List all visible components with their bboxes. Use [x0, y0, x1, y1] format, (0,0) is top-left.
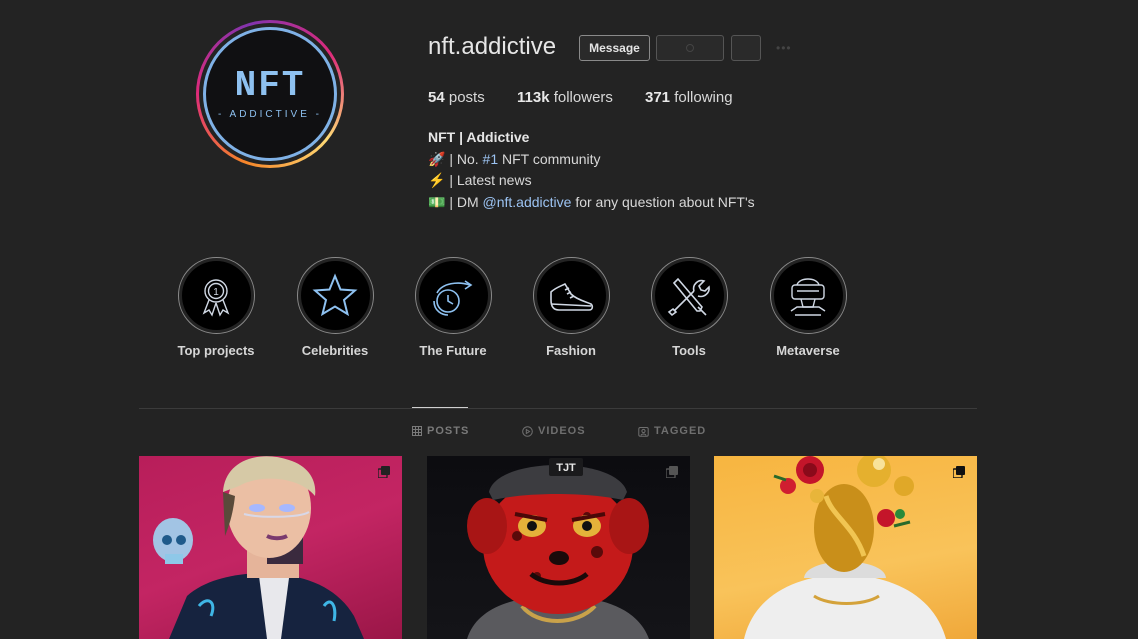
- bio-text: | DM: [445, 193, 483, 210]
- profile-username: nft.addictive: [428, 33, 557, 60]
- bio-text: | No.: [445, 150, 483, 167]
- play-icon: [522, 425, 533, 437]
- multiple-posts-icon: [378, 466, 390, 478]
- highlight-label: Top projects: [177, 343, 255, 358]
- post-golden-head-roses[interactable]: [714, 456, 977, 639]
- person-icon: [686, 44, 694, 52]
- multiple-posts-icon: [953, 466, 965, 478]
- award-ribbon-icon: 1: [202, 278, 230, 317]
- tabs-divider: [139, 408, 977, 409]
- star-icon: [312, 272, 358, 316]
- following-stat[interactable]: 371 following: [645, 89, 733, 106]
- bio-name: NFT | Addictive: [428, 129, 530, 145]
- tab-label: TAGGED: [654, 425, 707, 437]
- bio-line-2: ⚡ | Latest news: [428, 170, 755, 192]
- profile-avatar[interactable]: NFT - ADDICTIVE -: [196, 20, 344, 168]
- more-options-icon[interactable]: •••: [776, 41, 792, 55]
- following-count: 371: [645, 89, 671, 106]
- posts-stat: 54 posts: [428, 89, 485, 106]
- highlight-tools[interactable]: Tools: [629, 257, 749, 358]
- post-image: TJT: [467, 458, 649, 639]
- cap-text: TJT: [556, 462, 576, 474]
- highlight-label: Tools: [672, 343, 706, 358]
- following-label: following: [674, 89, 733, 106]
- highlight-fashion[interactable]: Fashion: [511, 257, 631, 358]
- highlight-label: Celebrities: [301, 343, 369, 358]
- tab-label: VIDEOS: [538, 425, 586, 437]
- avatar-logo-subtext: - ADDICTIVE -: [217, 109, 322, 120]
- tab-tagged[interactable]: TAGGED: [638, 425, 706, 437]
- clock-arrow-icon: [433, 279, 473, 316]
- follow-button[interactable]: [656, 35, 724, 61]
- highlight-label: The Future: [419, 343, 487, 358]
- followers-count: 113k: [517, 89, 550, 106]
- highlight-metaverse[interactable]: Metaverse: [748, 257, 868, 358]
- tab-videos[interactable]: VIDEOS: [522, 425, 586, 437]
- bio-line-3: 💵 | DM @nft.addictive for any question a…: [428, 192, 755, 214]
- grid-icon: [412, 426, 422, 436]
- followers-label: followers: [553, 89, 613, 106]
- post-image: [153, 456, 364, 639]
- tag-icon: [638, 426, 649, 437]
- highlight-label: Fashion: [546, 343, 596, 358]
- tools-icon: [667, 277, 710, 316]
- profile-bio: NFT | Addictive 🚀 | No. #1 NFT community…: [428, 127, 755, 213]
- highlight-celebrities[interactable]: Celebrities: [275, 257, 395, 358]
- vr-headset-icon: [790, 277, 826, 316]
- posts-label: posts: [448, 89, 485, 106]
- highlight-top-projects[interactable]: 1 Top projects: [156, 257, 276, 358]
- tab-posts[interactable]: POSTS: [412, 425, 469, 437]
- followers-stat[interactable]: 113k followers: [517, 89, 613, 106]
- rocket-icon: 🚀: [428, 150, 446, 167]
- sneaker-icon: [550, 282, 594, 311]
- post-image: [744, 456, 946, 639]
- active-tab-indicator: [412, 407, 468, 408]
- avatar-logo-text: NFT: [234, 65, 306, 106]
- posts-count: 54: [428, 89, 445, 106]
- message-button[interactable]: Message: [579, 35, 650, 61]
- lightning-icon: ⚡: [428, 172, 446, 188]
- bio-text: | Latest news: [445, 172, 532, 188]
- hashtag-link[interactable]: #1: [483, 151, 499, 167]
- highlight-the-future[interactable]: The Future: [393, 257, 513, 358]
- suggested-accounts-button[interactable]: [731, 35, 761, 61]
- highlight-label: Metaverse: [776, 343, 840, 358]
- tab-label: POSTS: [427, 425, 470, 437]
- money-icon: 💵: [428, 193, 446, 210]
- bio-text: NFT community: [498, 150, 601, 167]
- post-red-cat-tjt[interactable]: TJT: [427, 456, 690, 639]
- bio-text: for any question about NFT's: [571, 193, 755, 210]
- multiple-posts-icon: [666, 466, 678, 478]
- mention-link[interactable]: @nft.addictive: [483, 194, 572, 210]
- svg-text:1: 1: [213, 287, 219, 298]
- bio-line-1: 🚀 | No. #1 NFT community: [428, 149, 755, 171]
- post-cyberpunk-avatar[interactable]: [139, 456, 402, 639]
